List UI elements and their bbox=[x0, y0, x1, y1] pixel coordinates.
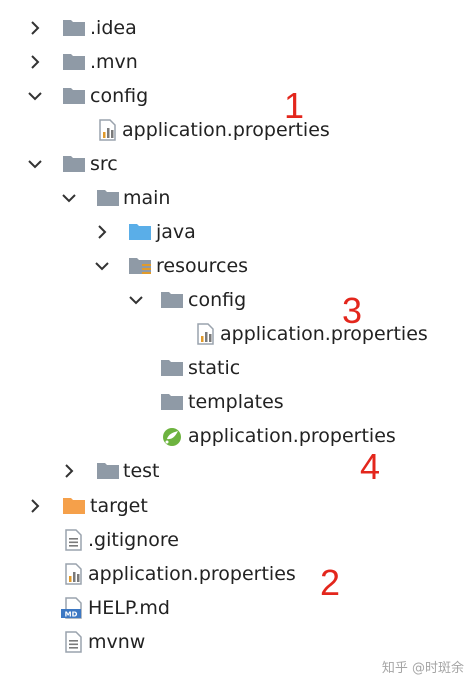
project-tree: .idea .mvn config application.properties… bbox=[0, 0, 474, 684]
properties-file-icon bbox=[96, 119, 120, 141]
tree-item-application-properties[interactable]: application.properties bbox=[0, 114, 474, 148]
text-file-icon bbox=[62, 529, 86, 551]
chevron-right-icon[interactable] bbox=[60, 460, 78, 482]
tree-item-label: java bbox=[156, 221, 196, 243]
tree-item-application-properties[interactable]: application.properties bbox=[0, 318, 474, 352]
chevron-down-icon[interactable] bbox=[60, 187, 78, 209]
tree-item-gitignore[interactable]: .gitignore bbox=[0, 524, 474, 558]
tree-item-static[interactable]: static bbox=[0, 352, 474, 386]
chevron-right-icon[interactable] bbox=[26, 495, 44, 517]
annotation-number: 3 bbox=[342, 290, 363, 331]
chevron-down-icon[interactable] bbox=[26, 153, 44, 175]
folder-icon bbox=[62, 153, 86, 175]
chevron-right-icon[interactable] bbox=[93, 221, 111, 243]
folder-icon bbox=[96, 187, 120, 209]
annotation-number: 1 bbox=[284, 85, 305, 126]
tree-item-main[interactable]: main bbox=[0, 182, 474, 216]
chevron-down-icon[interactable] bbox=[127, 289, 145, 311]
tree-item-label: src bbox=[90, 153, 118, 175]
tree-item-label: .gitignore bbox=[88, 529, 179, 551]
tree-item-target[interactable]: target bbox=[0, 490, 474, 524]
properties-file-icon bbox=[62, 563, 86, 585]
tree-item-config[interactable]: config bbox=[0, 80, 474, 114]
properties-file-icon bbox=[194, 323, 218, 345]
folder-icon bbox=[160, 289, 184, 311]
spring-properties-file-icon bbox=[160, 425, 184, 447]
tree-item-label: application.properties bbox=[220, 323, 428, 345]
tree-item-label: resources bbox=[156, 255, 249, 277]
chevron-down-icon[interactable] bbox=[26, 85, 44, 107]
folder-icon bbox=[160, 391, 184, 413]
folder-icon bbox=[62, 17, 86, 39]
tree-item-label: templates bbox=[188, 391, 284, 413]
tree-item-label: HELP.md bbox=[88, 597, 170, 619]
annotation-number: 4 bbox=[360, 446, 381, 487]
tree-item-label: static bbox=[188, 357, 241, 379]
tree-item-mvn[interactable]: .mvn bbox=[0, 46, 474, 80]
tree-item-label: target bbox=[90, 495, 148, 517]
tree-item-test[interactable]: test bbox=[0, 455, 474, 489]
tree-item-label: config bbox=[90, 85, 149, 107]
tree-item-label: application.properties bbox=[88, 563, 296, 585]
tree-item-label: mvnw bbox=[88, 631, 146, 653]
watermark: 知乎 @时斑余 bbox=[381, 661, 464, 676]
annotation-number: 2 bbox=[320, 562, 341, 603]
tree-item-label: config bbox=[188, 289, 247, 311]
excluded-folder-icon bbox=[62, 495, 86, 517]
tree-item-resources[interactable]: resources bbox=[0, 250, 474, 284]
tree-item-help-md[interactable]: MD HELP.md bbox=[0, 592, 474, 626]
source-folder-icon bbox=[128, 221, 152, 243]
folder-icon bbox=[62, 85, 86, 107]
folder-icon bbox=[160, 357, 184, 379]
markdown-file-icon: MD bbox=[60, 597, 84, 619]
tree-item-label: .idea bbox=[90, 17, 137, 39]
tree-item-label: test bbox=[123, 460, 160, 482]
chevron-down-icon[interactable] bbox=[93, 255, 111, 277]
chevron-right-icon[interactable] bbox=[26, 17, 44, 39]
tree-item-java[interactable]: java bbox=[0, 216, 474, 250]
tree-item-src[interactable]: src bbox=[0, 148, 474, 182]
resources-folder-icon bbox=[128, 255, 152, 277]
svg-text:MD: MD bbox=[65, 611, 78, 619]
tree-item-application-properties[interactable]: application.properties bbox=[0, 420, 474, 454]
text-file-icon bbox=[62, 631, 86, 653]
chevron-right-icon[interactable] bbox=[26, 51, 44, 73]
tree-item-idea[interactable]: .idea bbox=[0, 12, 474, 46]
tree-item-templates[interactable]: templates bbox=[0, 386, 474, 420]
tree-item-resources-config[interactable]: config bbox=[0, 284, 474, 318]
tree-item-application-properties[interactable]: application.properties bbox=[0, 558, 474, 592]
tree-item-mvnw[interactable]: mvnw bbox=[0, 626, 474, 660]
folder-icon bbox=[62, 51, 86, 73]
tree-item-label: .mvn bbox=[90, 51, 138, 73]
folder-icon bbox=[96, 460, 120, 482]
tree-item-label: main bbox=[123, 187, 171, 209]
